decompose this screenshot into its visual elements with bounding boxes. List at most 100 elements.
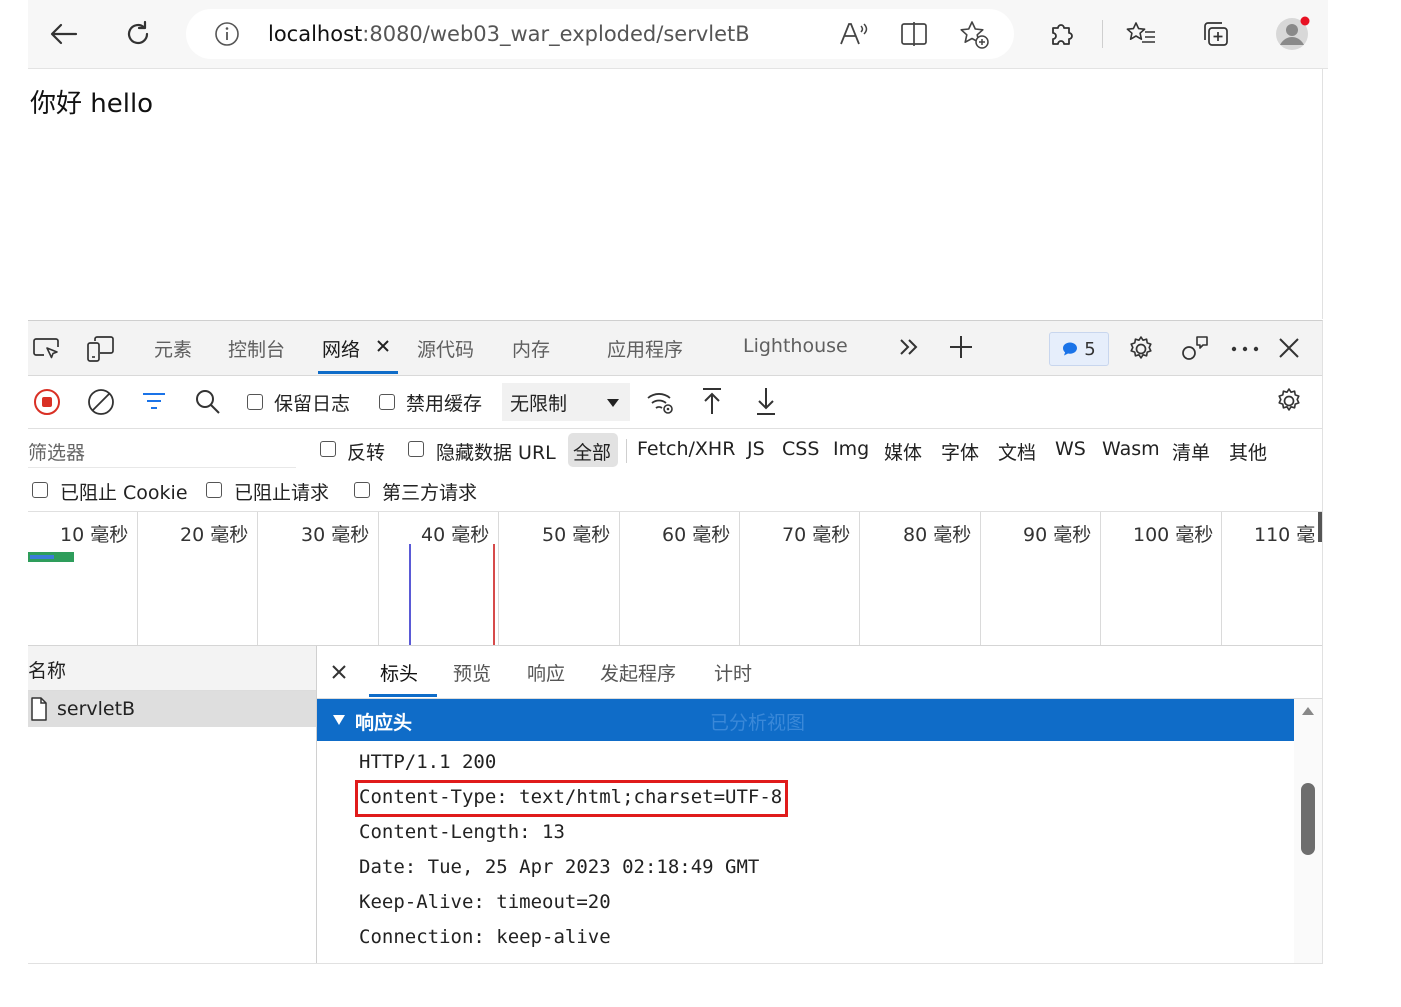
filter-type-manifest[interactable]: 清单 [1172,438,1210,465]
tab-console[interactable]: 控制台 [228,335,285,362]
timeline-label: 30 毫秒 [301,524,370,546]
search-icon [196,390,220,414]
filter-toggle-button[interactable] [141,390,167,412]
tab-elements[interactable]: 元素 [154,335,192,362]
more-tabs-button[interactable] [898,336,920,358]
blocked-cookies-checkbox[interactable] [32,482,48,498]
timeline-label: 80 毫秒 [903,524,972,546]
timeline-gridline [137,512,138,645]
upload-icon [703,388,721,414]
collections-button[interactable] [1198,16,1234,52]
url-text[interactable]: localhost:8080/web03_war_exploded/servle… [268,22,750,46]
detail-tab-preview[interactable]: 预览 [453,659,491,686]
settings-button[interactable] [1126,334,1156,364]
page-body-text: 你好 hello [30,89,154,119]
filter-type-ws[interactable]: WS [1055,438,1086,460]
filter-input[interactable]: 筛选器 [28,433,296,468]
site-info-icon[interactable] [214,21,240,47]
filter-type-font[interactable]: 字体 [941,438,979,465]
tab-application[interactable]: 应用程序 [607,335,683,362]
filter-type-css[interactable]: CSS [782,438,819,460]
network-filter-bar: 筛选器 反转 隐藏数据 URL 全部 Fetch/XHR JS CSS Img … [28,429,1322,512]
inspect-element-button[interactable] [32,336,62,362]
split-screen-icon [901,22,927,46]
filter-placeholder: 筛选器 [28,442,86,464]
profile-avatar[interactable] [1274,16,1310,52]
add-tab-button[interactable] [948,334,974,360]
extensions-button[interactable] [1043,16,1079,52]
filter-type-fetch-xhr[interactable]: Fetch/XHR [637,438,735,460]
network-conditions-button[interactable] [646,388,676,416]
more-options-button[interactable] [1230,345,1260,353]
network-settings-button[interactable] [1274,386,1304,416]
export-har-button[interactable] [754,386,778,416]
dropdown-caret-icon [607,399,619,407]
import-har-button[interactable] [700,386,724,416]
favorites-button[interactable] [1123,16,1159,52]
add-favorite-button[interactable] [956,16,992,52]
filter-type-js[interactable]: JS [747,438,765,460]
close-network-tab-icon[interactable] [376,339,390,353]
hide-data-urls-checkbox[interactable] [408,441,424,457]
search-button[interactable] [194,388,222,416]
back-button[interactable] [44,14,84,54]
filter-type-media[interactable]: 媒体 [884,438,922,465]
reload-button[interactable] [118,14,158,54]
toolbar-divider [1102,20,1103,48]
network-overview-timeline[interactable]: 10 毫秒 20 毫秒 30 毫秒 40 毫秒 50 毫秒 60 毫秒 70 毫… [28,512,1322,646]
header-line-connection: Connection: keep-alive [359,926,611,948]
tab-memory[interactable]: 内存 [512,335,550,362]
feedback-button[interactable] [1180,334,1210,362]
filter-type-wasm[interactable]: Wasm [1102,438,1160,460]
scrollbar-thumb[interactable] [1301,783,1315,855]
tab-network[interactable]: 网络 [322,335,360,362]
detail-tab-initiator[interactable]: 发起程序 [600,659,676,686]
read-aloud-icon [840,23,868,45]
third-party-checkbox[interactable] [354,482,370,498]
split-screen-button[interactable] [896,16,932,52]
feedback-icon [1182,336,1208,360]
filter-type-img[interactable]: Img [833,438,869,460]
filter-type-other[interactable]: 其他 [1229,438,1267,465]
document-icon [31,697,47,721]
filter-type-doc[interactable]: 文档 [998,438,1036,465]
header-line-content-length: Content-Length: 13 [359,821,565,843]
disable-cache-checkbox[interactable] [379,394,395,410]
url-host: localhost [268,22,363,46]
response-headers-section-header[interactable]: 响应头 已分析视图 [317,699,1294,741]
avatar-icon [1276,16,1310,50]
close-icon [332,665,346,679]
throttling-select[interactable]: 无限制 [502,383,630,421]
device-emulation-button[interactable] [86,335,116,363]
filter-type-all[interactable]: 全部 [573,438,611,465]
detail-scrollbar[interactable] [1294,699,1322,963]
detail-tab-response[interactable]: 响应 [527,659,565,686]
close-icon [1279,338,1299,358]
blocked-requests-checkbox[interactable] [206,482,222,498]
third-party-label: 第三方请求 [382,482,478,504]
record-button[interactable] [33,388,61,416]
timeline-gridline [859,512,860,645]
name-column-header[interactable]: 名称 [28,646,316,691]
tab-lighthouse[interactable]: Lighthouse [743,335,848,357]
invert-checkbox[interactable] [320,441,336,457]
view-parsed-toggle[interactable]: 已分析视图 [710,708,805,735]
clear-button[interactable] [87,388,115,416]
scroll-up-arrow-icon [1302,707,1314,715]
detail-tab-headers[interactable]: 标头 [380,659,418,686]
address-bar[interactable]: localhost:8080/web03_war_exploded/servle… [186,9,1014,59]
tab-sources[interactable]: 源代码 [417,335,474,362]
issues-badge[interactable]: 5 [1049,332,1109,366]
close-devtools-button[interactable] [1278,337,1300,359]
preserve-log-label: 保留日志 [274,393,351,415]
gear-icon [1130,336,1152,359]
close-detail-button[interactable] [331,664,347,680]
request-row[interactable]: servletB [28,691,316,727]
request-detail-pane: 标头 预览 响应 发起程序 计时 响应头 已分析视图 HTTP/1.1 200 … [317,646,1322,963]
read-aloud-button[interactable] [836,16,872,52]
timeline-gridline [1221,512,1222,645]
domcontentloaded-line [409,544,411,645]
detail-tab-timing[interactable]: 计时 [714,659,752,686]
preserve-log-checkbox[interactable] [247,394,263,410]
filter-divider [626,439,627,463]
